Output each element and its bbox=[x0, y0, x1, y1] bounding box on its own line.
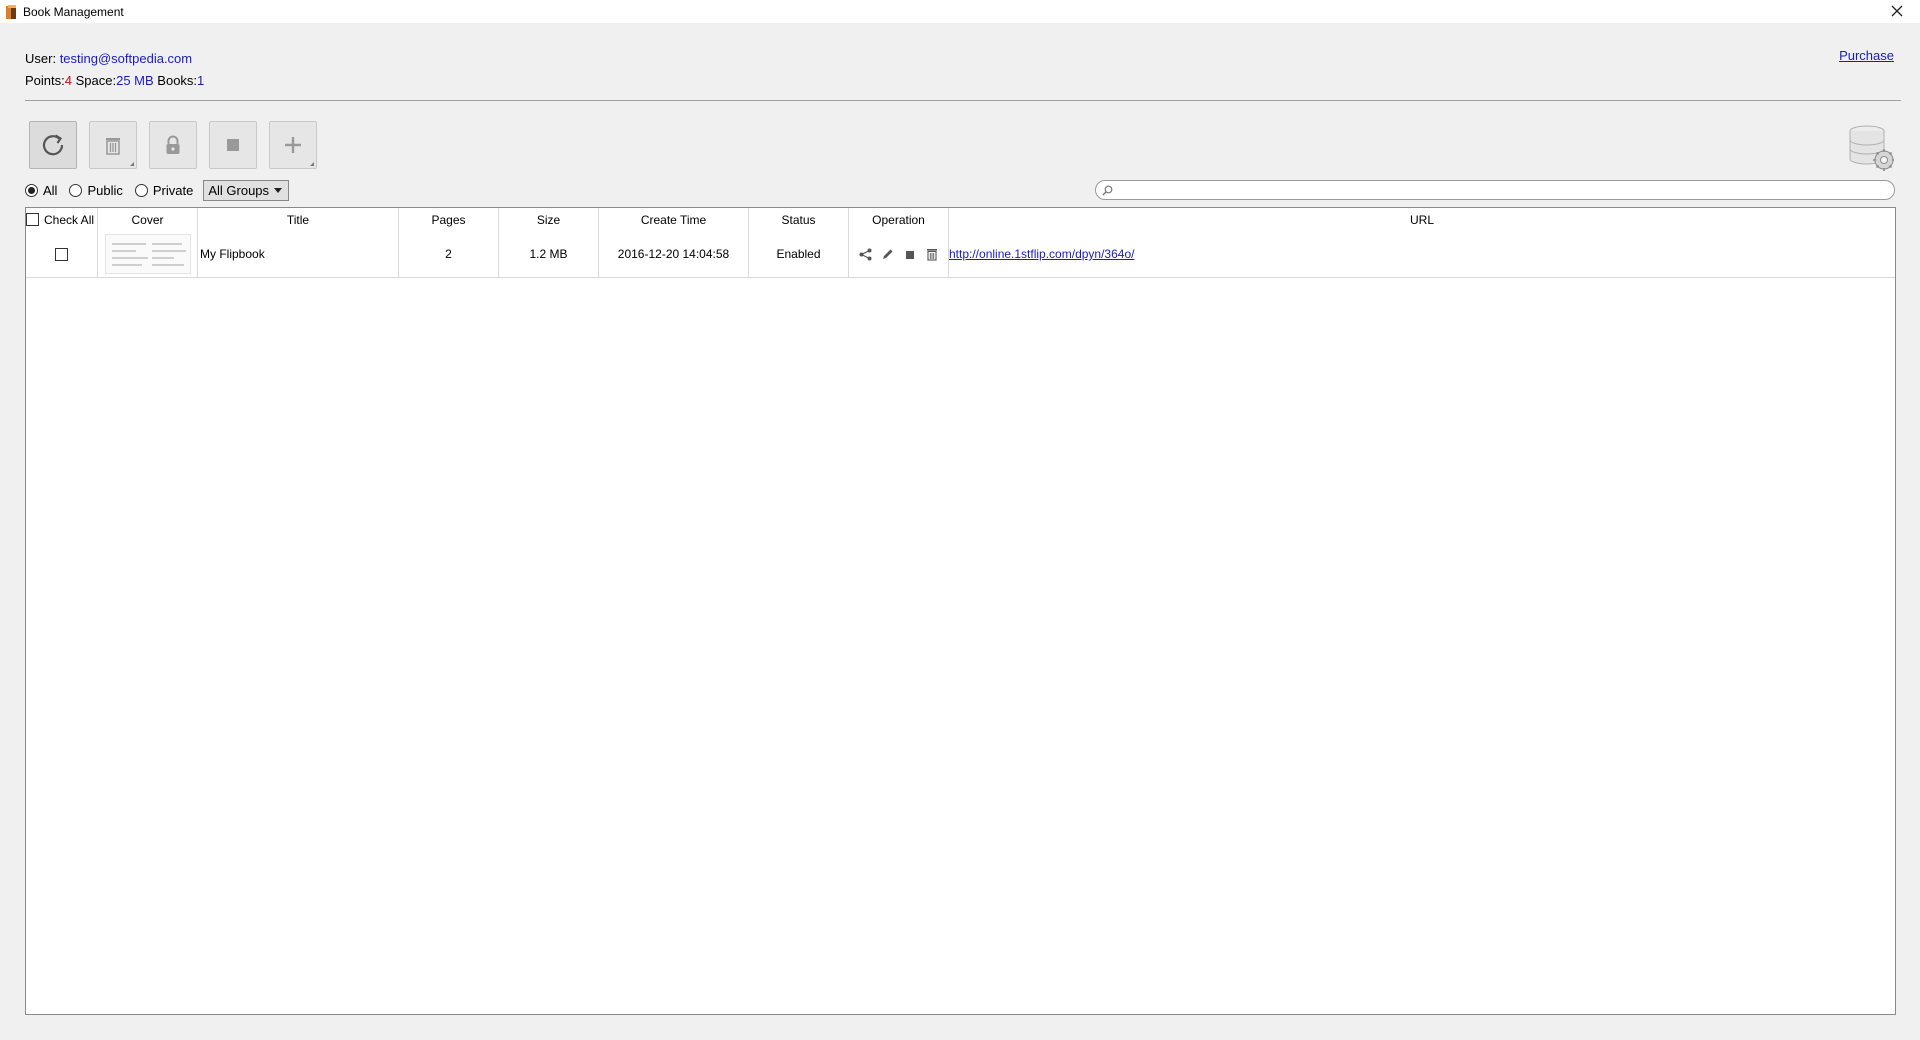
stop-button[interactable] bbox=[209, 121, 257, 169]
url-cell: http://online.1stflip.com/dpyn/364o/ bbox=[949, 231, 1895, 277]
add-button[interactable] bbox=[269, 121, 317, 169]
row-checkbox-cell bbox=[26, 231, 98, 277]
points-label: Points: bbox=[25, 73, 65, 88]
column-header-title[interactable]: Title bbox=[198, 208, 399, 231]
edit-button[interactable] bbox=[881, 247, 895, 261]
column-header-pages[interactable]: Pages bbox=[399, 208, 499, 231]
column-header-cover[interactable]: Cover bbox=[98, 208, 198, 231]
row-checkbox[interactable] bbox=[55, 247, 68, 261]
pages-cell: 2 bbox=[399, 231, 499, 277]
purchase-link[interactable]: Purchase bbox=[1839, 48, 1894, 63]
header-divider bbox=[25, 100, 1901, 101]
database-settings-button[interactable] bbox=[1848, 123, 1894, 171]
refresh-icon bbox=[42, 134, 64, 156]
stop-icon bbox=[227, 139, 239, 151]
book-table: Check All Cover Title Pages Size Create … bbox=[25, 207, 1896, 1015]
group-dropdown[interactable]: All Groups bbox=[203, 180, 290, 201]
close-icon bbox=[1891, 5, 1903, 17]
trash-icon bbox=[926, 248, 937, 261]
pencil-icon bbox=[883, 249, 893, 259]
share-button[interactable] bbox=[859, 247, 873, 261]
close-button[interactable] bbox=[1886, 1, 1908, 21]
stop-row-button[interactable] bbox=[903, 247, 917, 261]
title-bar: Book Management bbox=[0, 0, 1920, 23]
user-info: User: testing@softpedia.com Points:4 Spa… bbox=[25, 48, 204, 92]
points-value: 4 bbox=[64, 73, 72, 88]
books-value: 1 bbox=[197, 73, 205, 88]
cover-cell bbox=[98, 231, 198, 277]
column-header-size[interactable]: Size bbox=[499, 208, 599, 231]
size-cell: 1.2 MB bbox=[499, 231, 599, 277]
table-row[interactable]: My Flipbook 2 1.2 MB 2016-12-20 14:04:58… bbox=[26, 231, 1895, 278]
lock-button[interactable] bbox=[149, 121, 197, 169]
title-cell: My Flipbook bbox=[198, 231, 399, 277]
chevron-down-icon bbox=[274, 188, 283, 193]
create-time-cell: 2016-12-20 14:04:58 bbox=[599, 231, 749, 277]
trash-icon bbox=[106, 138, 120, 155]
space-label: Space: bbox=[75, 73, 117, 88]
column-header-url[interactable]: URL bbox=[949, 208, 1895, 231]
user-label: User: bbox=[25, 51, 57, 66]
book-url-link[interactable]: http://online.1stflip.com/dpyn/364o/ bbox=[949, 247, 1134, 261]
plus-icon bbox=[285, 137, 301, 153]
refresh-button[interactable] bbox=[29, 121, 77, 169]
user-email: testing@softpedia.com bbox=[59, 51, 193, 66]
app-book-icon bbox=[6, 4, 18, 19]
cover-thumbnail[interactable] bbox=[104, 234, 191, 274]
filter-private-radio[interactable]: Private bbox=[134, 183, 194, 198]
checkbox[interactable] bbox=[26, 213, 39, 226]
filter-all-label: All bbox=[43, 183, 58, 198]
status-cell: Enabled bbox=[749, 231, 849, 277]
stop-icon bbox=[906, 250, 914, 259]
delete-button[interactable] bbox=[89, 121, 137, 169]
column-header-status[interactable]: Status bbox=[749, 208, 849, 231]
space-value: 25 MB bbox=[116, 73, 154, 88]
database-settings-icon bbox=[1849, 125, 1894, 171]
check-all-label: Check All bbox=[44, 212, 95, 227]
check-all-checkbox[interactable]: Check All bbox=[26, 208, 98, 231]
share-icon bbox=[859, 248, 872, 260]
search-input[interactable] bbox=[1113, 182, 1894, 198]
lock-icon bbox=[166, 135, 180, 154]
filter-all-radio[interactable]: All bbox=[25, 183, 57, 198]
search-box bbox=[1095, 180, 1895, 200]
column-header-create-time[interactable]: Create Time bbox=[599, 208, 749, 231]
group-dropdown-value: All Groups bbox=[208, 183, 270, 198]
filter-private-label: Private bbox=[152, 183, 194, 198]
books-label: Books: bbox=[157, 73, 198, 88]
filter-public-radio[interactable]: Public bbox=[69, 183, 123, 198]
filter-public-label: Public bbox=[87, 183, 123, 198]
toolbar bbox=[29, 121, 317, 169]
delete-row-button[interactable] bbox=[925, 247, 939, 261]
search-icon bbox=[1102, 185, 1113, 195]
operation-cell bbox=[849, 231, 949, 277]
table-header: Check All Cover Title Pages Size Create … bbox=[26, 208, 1895, 231]
window-title: Book Management bbox=[23, 4, 124, 19]
visibility-filters: All Public Private All Groups bbox=[25, 180, 290, 201]
column-header-operation[interactable]: Operation bbox=[849, 208, 949, 231]
